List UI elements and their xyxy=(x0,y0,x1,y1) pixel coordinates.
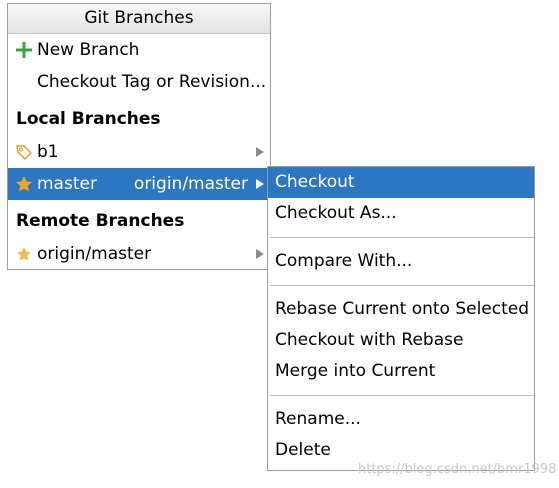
plus-icon xyxy=(14,34,34,66)
menu-separator xyxy=(270,237,534,238)
checkout-as-menu-item[interactable]: Checkout As... xyxy=(268,198,534,229)
submenu-arrow-icon xyxy=(256,147,264,157)
git-branches-popup: Git Branches New Branch Checkout Tag or … xyxy=(7,3,271,270)
branch-actions-submenu: Checkout Checkout As... Compare With... … xyxy=(267,166,535,471)
branch-label-master: master xyxy=(37,174,97,194)
compare-with-menu-item[interactable]: Compare With... xyxy=(268,246,534,277)
watermark: https://blog.csdn.net/bmr1998 xyxy=(358,462,557,477)
submenu-arrow-icon xyxy=(256,249,264,259)
merge-into-current-menu-item[interactable]: Merge into Current xyxy=(268,356,534,387)
tracking-branch-label: origin/master xyxy=(133,174,248,194)
branch-item-b1[interactable]: b1 xyxy=(8,136,270,168)
checkout-tag-label: Checkout Tag or Revision... xyxy=(37,72,267,92)
branch-label-b1: b1 xyxy=(37,142,59,162)
tag-icon xyxy=(14,136,34,168)
menu-separator xyxy=(270,285,534,286)
checkout-tag-or-revision-item[interactable]: Checkout Tag or Revision... xyxy=(8,66,270,98)
branch-item-master[interactable]: master origin/master xyxy=(8,168,270,200)
new-branch-label: New Branch xyxy=(37,40,140,60)
star-icon xyxy=(14,238,34,270)
menu-separator xyxy=(270,395,534,396)
local-branches-header: Local Branches xyxy=(16,109,161,129)
new-branch-item[interactable]: New Branch xyxy=(8,34,270,66)
remote-branches-header: Remote Branches xyxy=(16,211,185,231)
checkout-menu-item[interactable]: Checkout xyxy=(268,167,534,198)
branch-label-origin-master: origin/master xyxy=(37,244,152,264)
rebase-current-onto-selected-menu-item[interactable]: Rebase Current onto Selected xyxy=(268,294,534,325)
star-icon xyxy=(14,168,34,200)
rename-menu-item[interactable]: Rename... xyxy=(268,404,534,435)
submenu-arrow-icon xyxy=(256,179,264,189)
popup-title: Git Branches xyxy=(8,4,270,34)
checkout-with-rebase-menu-item[interactable]: Checkout with Rebase xyxy=(268,325,534,356)
branch-item-origin-master[interactable]: origin/master xyxy=(8,238,270,270)
